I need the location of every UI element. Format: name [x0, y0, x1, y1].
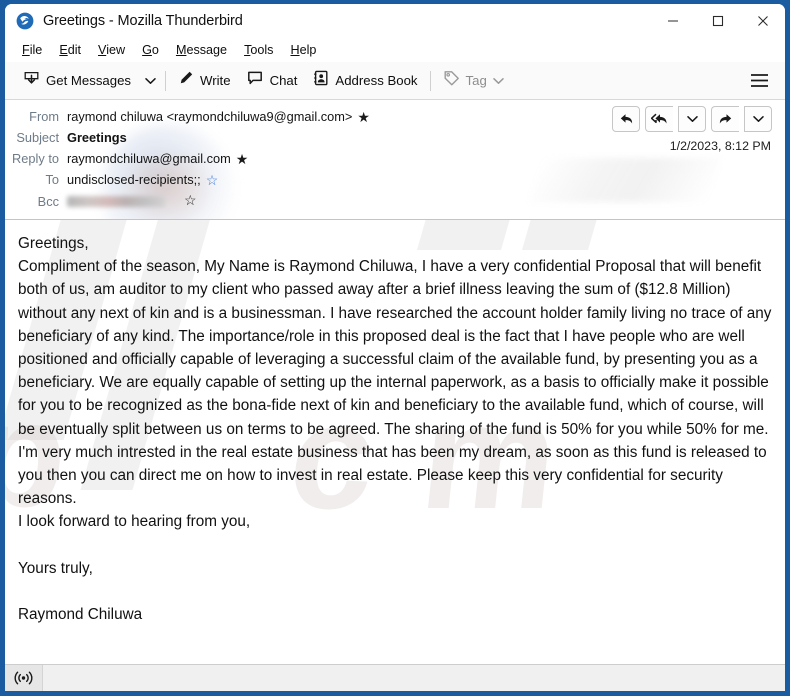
bcc-value-redacted[interactable]: [67, 195, 165, 207]
menu-bar: File Edit View Go Message Tools Help: [5, 37, 785, 62]
to-label: To: [45, 172, 59, 187]
window-inner: Greetings - Mozilla Thunderbird File Edi…: [5, 4, 785, 691]
header-row-subject: Subject Greetings: [5, 129, 785, 150]
menu-item-help[interactable]: Help: [282, 41, 325, 59]
window-title: Greetings - Mozilla Thunderbird: [43, 12, 243, 29]
get-messages-button[interactable]: Get Messages: [15, 67, 139, 95]
broadcast-icon[interactable]: [5, 664, 43, 691]
title-bar: Greetings - Mozilla Thunderbird: [5, 4, 785, 37]
menu-item-file[interactable]: File: [14, 41, 51, 59]
header-row-reply-to: Reply to raymondchiluwa@gmail.com ★: [5, 150, 785, 171]
header-row-bcc: Bcc ☆: [5, 192, 785, 213]
header-row-to: To undisclosed-recipients;; ☆: [5, 171, 785, 192]
thunderbird-window: Greetings - Mozilla Thunderbird File Edi…: [0, 0, 790, 696]
reply-to-value[interactable]: raymondchiluwa@gmail.com: [67, 151, 231, 166]
reply-all-button[interactable]: [645, 106, 673, 132]
write-label: Write: [200, 73, 231, 88]
bcc-value-wrap: ☆: [67, 193, 197, 207]
chat-button[interactable]: Chat: [239, 67, 306, 95]
main-toolbar: Get Messages Write Chat Address Book Tag: [5, 62, 785, 100]
from-label: From: [29, 109, 59, 124]
from-star-icon[interactable]: ★: [357, 110, 370, 124]
body-line-4: Yours truly,: [18, 559, 93, 577]
body-line-3: [18, 534, 773, 557]
body-line-1: Compliment of the season, My Name is Ray…: [18, 258, 772, 508]
tag-button[interactable]: Tag: [435, 67, 512, 95]
minimize-button[interactable]: [650, 4, 695, 37]
toolbar-separator-2: [429, 70, 431, 91]
get-messages-label: Get Messages: [46, 73, 132, 88]
menu-item-view[interactable]: View: [90, 41, 134, 59]
close-button[interactable]: [740, 4, 785, 37]
subject-value: Greetings: [67, 130, 127, 145]
menu-item-tools[interactable]: Tools: [236, 41, 282, 59]
to-value[interactable]: undisclosed-recipients;;: [67, 172, 201, 187]
tag-label: Tag: [465, 73, 487, 88]
tag-dropdown-icon[interactable]: [493, 72, 504, 90]
app-menu-button[interactable]: [745, 67, 773, 95]
toolbar-separator-1: [165, 70, 167, 91]
chat-label: Chat: [269, 73, 298, 88]
from-value[interactable]: raymond chiluwa <raymondchiluwa9@gmail.c…: [67, 109, 352, 124]
forward-button[interactable]: [711, 106, 739, 132]
pencil-icon: [178, 70, 194, 91]
menu-item-edit[interactable]: Edit: [51, 41, 90, 59]
body-line-0: Greetings,: [18, 235, 89, 252]
address-book-button[interactable]: Address Book: [305, 67, 425, 95]
get-messages-icon: [23, 70, 40, 92]
window-controls: [650, 4, 785, 37]
message-header: 1/2/2023, 8:12 PM From raymond chiluwa <…: [5, 100, 785, 220]
reply-all-dropdown[interactable]: [678, 106, 706, 132]
status-bar: [5, 664, 785, 691]
write-button[interactable]: Write: [170, 67, 239, 95]
to-star-icon[interactable]: ☆: [206, 173, 219, 187]
bcc-star-icon[interactable]: ☆: [184, 193, 197, 207]
tag-icon: [443, 70, 460, 91]
body-line-2: I look forward to hearing from you,: [18, 513, 251, 531]
get-messages-dropdown[interactable]: [139, 67, 161, 95]
address-book-label: Address Book: [335, 73, 418, 88]
menu-item-go[interactable]: Go: [134, 41, 168, 59]
chat-bubble-icon: [247, 70, 264, 91]
message-date: 1/2/2023, 8:12 PM: [669, 139, 771, 153]
reply-to-star-icon[interactable]: ★: [236, 152, 249, 166]
bcc-label: Bcc: [37, 193, 59, 209]
body-line-6: Raymond Chiluwa: [18, 606, 143, 624]
reply-button[interactable]: [612, 106, 640, 132]
reply-to-value-wrap: raymondchiluwa@gmail.com ★: [67, 151, 248, 166]
from-value-wrap: raymond chiluwa <raymondchiluwa9@gmail.c…: [67, 109, 370, 124]
reply-to-label: Reply to: [12, 151, 59, 166]
maximize-button[interactable]: [695, 4, 740, 37]
to-value-wrap: undisclosed-recipients;; ☆: [67, 172, 218, 187]
body-line-5: [18, 580, 773, 603]
forward-dropdown[interactable]: [744, 106, 772, 132]
message-action-buttons: [612, 106, 772, 132]
address-book-icon: [313, 70, 329, 91]
menu-item-message[interactable]: Message: [168, 41, 236, 59]
message-body-text: Greetings, Compliment of the season, My …: [5, 220, 785, 626]
subject-label: Subject: [16, 130, 59, 145]
message-body-pane[interactable]: c p m Greetings, Compliment of the seaso…: [5, 220, 785, 664]
thunderbird-icon: [16, 12, 34, 30]
